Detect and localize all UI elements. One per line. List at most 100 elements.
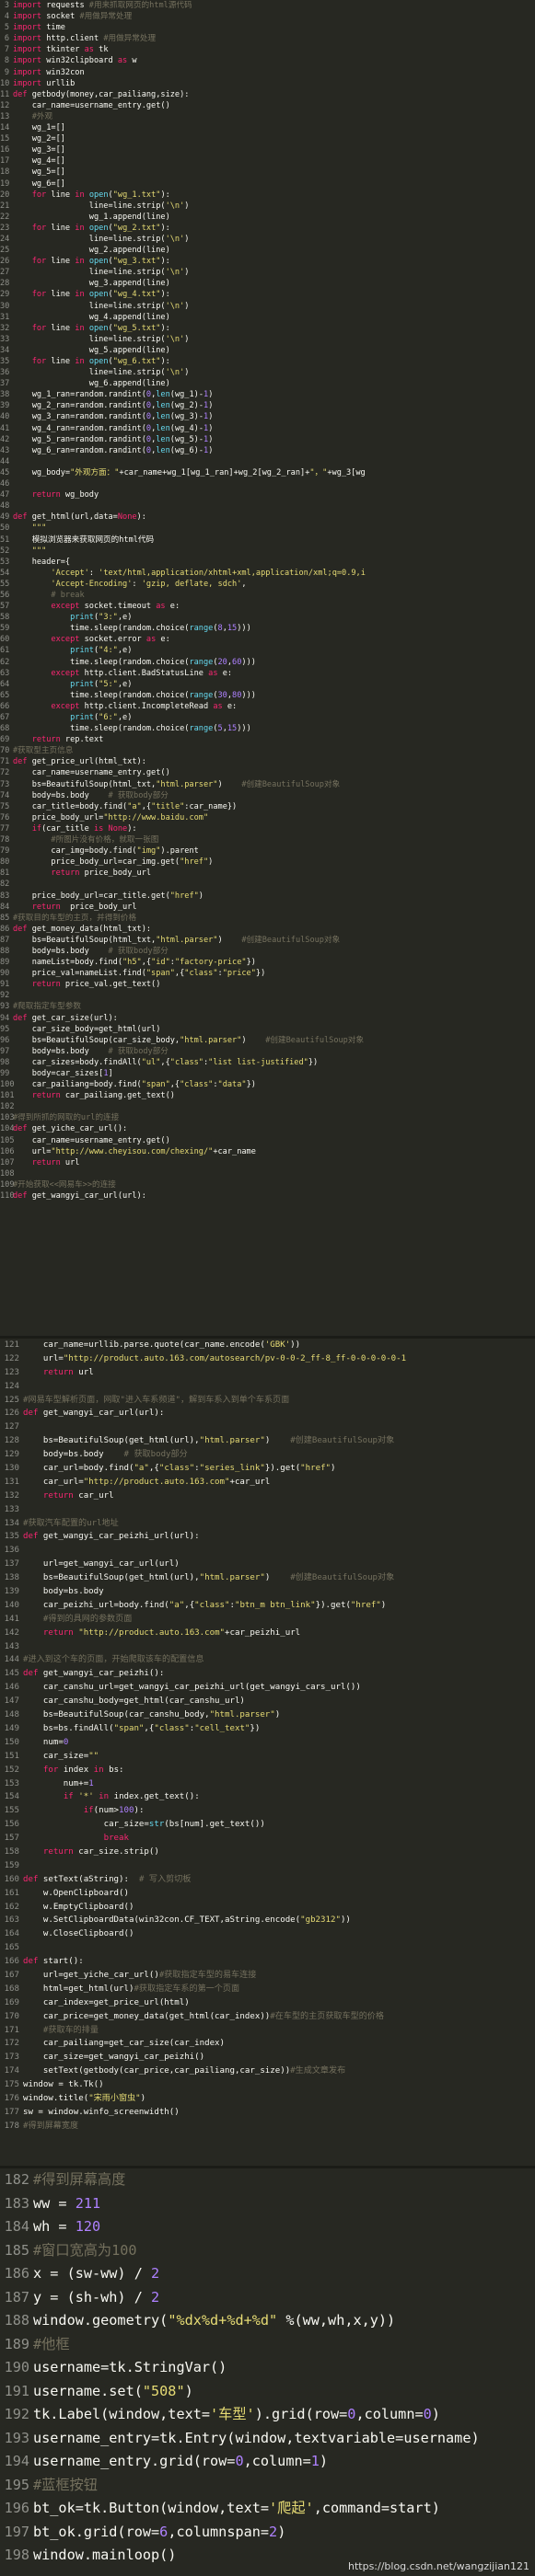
code-line[interactable]: 164 w.CloseClipboard() xyxy=(0,1927,535,1941)
code-text[interactable]: wg_6_ran=random.randint(0,len(wg_6)-1) xyxy=(13,446,214,455)
code-text[interactable]: 'Accept-Encoding': 'gzip, deflate, sdch'… xyxy=(13,580,246,589)
code-line[interactable]: 85 #获取目的车型的主页，并得到价格 xyxy=(0,913,535,924)
code-line[interactable]: 17 wg_4=[] xyxy=(0,155,535,167)
code-line[interactable]: 52 """ xyxy=(0,546,535,557)
code-line[interactable]: 44 xyxy=(0,456,535,467)
code-text[interactable]: def get_wangyi_car_peizhi_url(url): xyxy=(23,1532,200,1541)
code-line[interactable]: 176 window.title("宋雨小窗虫") xyxy=(0,2092,535,2106)
code-line[interactable]: 177 sw = window.winfo_screenwidth() xyxy=(0,2106,535,2120)
code-line[interactable]: 96 bs=BeautifulSoup(car_size_body,"html.… xyxy=(0,1035,535,1046)
code-text[interactable]: return url xyxy=(23,1368,94,1377)
code-line[interactable]: 61 print("4:",e) xyxy=(0,645,535,656)
code-line[interactable]: 73 bs=BeautifulSoup(html_txt,"html.parse… xyxy=(0,779,535,790)
code-text[interactable]: car_url=body.find("a",{"class":"series_l… xyxy=(23,1464,336,1473)
code-text[interactable]: username=tk.StringVar() xyxy=(33,2359,227,2375)
code-line[interactable]: 143 xyxy=(0,1640,535,1654)
code-line[interactable]: 160 def setText(aString): # 写入剪切板 xyxy=(0,1873,535,1887)
code-line[interactable]: 50 """ xyxy=(0,523,535,534)
code-text[interactable]: #获取车的排量 xyxy=(23,2026,99,2035)
code-line[interactable]: 91 return price_val.get_text() xyxy=(0,979,535,990)
code-line[interactable]: 174 setText(getbody(car_price,car_pailia… xyxy=(0,2064,535,2078)
code-text[interactable]: #获取汽车配置的url地址 xyxy=(23,1519,119,1528)
code-line[interactable]: 93 #爬取指定车型参数 xyxy=(0,1001,535,1012)
code-line[interactable]: 45 wg_body="外观方面："+car_name+wg_1[wg_1_ra… xyxy=(0,467,535,478)
code-line[interactable]: 152 for index in bs: xyxy=(0,1764,535,1777)
code-line[interactable]: 79 car_img=body.find("img").parent xyxy=(0,845,535,857)
code-text[interactable]: print("4:",e) xyxy=(13,646,132,655)
code-line[interactable]: 6 import http.client #用做异常处理 xyxy=(0,33,535,44)
code-line[interactable]: 7 import tkinter as tk xyxy=(0,44,535,55)
code-text[interactable]: return price_body_url xyxy=(13,868,151,878)
code-line[interactable]: 121 car_name=urllib.parse.quote(car_name… xyxy=(0,1339,535,1352)
code-text[interactable]: #蓝框按钮 xyxy=(33,2477,98,2493)
code-line[interactable]: 182 #得到屏幕高度 xyxy=(0,2168,535,2192)
code-line[interactable]: 191 username.set("508") xyxy=(0,2380,535,2404)
code-line[interactable]: 97 body=bs.body # 获取body部分 xyxy=(0,1046,535,1057)
code-text[interactable]: return price_body_url xyxy=(13,903,137,912)
code-text[interactable]: car_sizes=body.findAll("ul",{"class":"li… xyxy=(13,1058,319,1067)
code-text[interactable]: import urllib xyxy=(13,79,75,88)
code-text[interactable]: return url xyxy=(13,1158,80,1167)
code-text[interactable]: wg_6.append(line) xyxy=(13,379,170,388)
code-text[interactable]: car_size_body=get_html(url) xyxy=(13,1025,161,1034)
code-text[interactable]: return wg_body xyxy=(13,490,99,500)
code-text[interactable]: setText(getbody(car_price,car_pailiang,c… xyxy=(23,2066,345,2076)
code-line[interactable]: 148 bs=BeautifulSoup(car_canshu_body,"ht… xyxy=(0,1708,535,1722)
code-line[interactable]: 8 import win32clipboard as w xyxy=(0,55,535,66)
code-text[interactable]: wg_3_ran=random.randint(0,len(wg_3)-1) xyxy=(13,412,214,421)
code-text[interactable]: #爬取指定车型参数 xyxy=(13,1002,81,1011)
code-line[interactable]: 92 xyxy=(0,990,535,1001)
code-text[interactable]: """ xyxy=(13,523,47,533)
code-line[interactable]: 145 def get_wangyi_car_peizhi(): xyxy=(0,1667,535,1681)
code-line[interactable]: 140 car_peizhi_url=body.find("a",{"class… xyxy=(0,1599,535,1613)
code-text[interactable]: price_val=nameList.find("span",{"class":… xyxy=(13,969,266,978)
code-text[interactable]: import win32con xyxy=(13,68,85,77)
code-line[interactable]: 95 car_size_body=get_html(url) xyxy=(0,1024,535,1035)
code-text[interactable]: bt_ok.grid(row=6,columnspan=2) xyxy=(33,2524,285,2540)
code-text[interactable]: def get_wangyi_car_peizhi(): xyxy=(23,1669,164,1678)
code-line[interactable]: 126 def get_wangyi_car_url(url): xyxy=(0,1407,535,1420)
code-text[interactable]: print("3:",e) xyxy=(13,613,132,622)
code-line[interactable]: 72 car_name=username_entry.get() xyxy=(0,767,535,778)
code-text[interactable]: wg_5=[] xyxy=(13,167,65,177)
code-text[interactable]: car_index=get_price_url(html) xyxy=(23,1998,190,2007)
code-line[interactable]: 70 #获取型主页信息 xyxy=(0,745,535,756)
code-line[interactable]: 35 for line in open("wg_6.txt"): xyxy=(0,356,535,367)
code-text[interactable]: wg_4.append(line) xyxy=(13,313,170,322)
code-text[interactable]: sw = window.winfo_screenwidth() xyxy=(23,2108,180,2117)
code-line[interactable]: 98 car_sizes=body.findAll("ul",{"class":… xyxy=(0,1057,535,1068)
code-line[interactable]: 71 def get_price_url(html_txt): xyxy=(0,756,535,767)
code-line[interactable]: 68 time.sleep(random.choice(range(5,15))… xyxy=(0,723,535,734)
code-line[interactable]: 190 username=tk.StringVar() xyxy=(0,2356,535,2380)
code-text[interactable]: bs=BeautifulSoup(car_size_body,"html.par… xyxy=(13,1036,364,1045)
code-text[interactable]: wg_6=[] xyxy=(13,179,65,189)
code-line[interactable]: 192 tk.Label(window,text='车型').grid(row=0… xyxy=(0,2403,535,2427)
code-text[interactable]: window = tk.Tk() xyxy=(23,2080,104,2089)
code-text[interactable]: window.mainloop() xyxy=(33,2547,176,2563)
code-line[interactable]: 189 #他框 xyxy=(0,2333,535,2357)
code-text[interactable]: except socket.timeout as e: xyxy=(13,602,180,611)
code-text[interactable]: username_entry=tk.Entry(window,textvaria… xyxy=(33,2430,480,2446)
code-text[interactable]: wh = 120 xyxy=(33,2218,100,2235)
code-text[interactable]: w.CloseClipboard() xyxy=(23,1929,134,1938)
code-text[interactable]: car_name=username_entry.get() xyxy=(13,1136,170,1145)
code-line[interactable]: 18 wg_5=[] xyxy=(0,167,535,178)
code-text[interactable]: body=car_sizes[1] xyxy=(13,1069,113,1078)
code-line[interactable]: 167 url=get_yiche_car_url()#获取指定车型的易车连接 xyxy=(0,1969,535,1983)
code-line[interactable]: 175 window = tk.Tk() xyxy=(0,2078,535,2092)
code-text[interactable]: line=line.strip('\n') xyxy=(13,302,190,311)
code-text[interactable]: w.EmptyClipboard() xyxy=(23,1903,134,1912)
code-line[interactable]: 196 bt_ok=tk.Button(window,text='爬起',comm… xyxy=(0,2497,535,2521)
code-line[interactable]: 104def get_yiche_car_url(): xyxy=(0,1123,535,1134)
code-text[interactable]: bs=BeautifulSoup(get_html(url),"html.par… xyxy=(23,1573,394,1582)
code-line[interactable]: 74 body=bs.body # 获取body部分 xyxy=(0,790,535,801)
code-text[interactable]: car_pailiang=get_car_size(car_index) xyxy=(23,2039,225,2048)
code-line[interactable]: 123 return url xyxy=(0,1366,535,1380)
code-text[interactable]: #得到的具网的参数页面 xyxy=(23,1615,132,1624)
code-line[interactable]: 40 wg_3_ran=random.randint(0,len(wg_3)-1… xyxy=(0,411,535,422)
code-line[interactable]: 24 line=line.strip('\n') xyxy=(0,234,535,245)
code-text[interactable]: break xyxy=(23,1834,129,1843)
code-line[interactable]: 142 return "http://product.auto.163.com"… xyxy=(0,1627,535,1640)
code-line[interactable]: 172 car_pailiang=get_car_size(car_index) xyxy=(0,2037,535,2051)
code-line[interactable]: 149 bs=bs.findAll("span",{"class":"cell_… xyxy=(0,1722,535,1736)
